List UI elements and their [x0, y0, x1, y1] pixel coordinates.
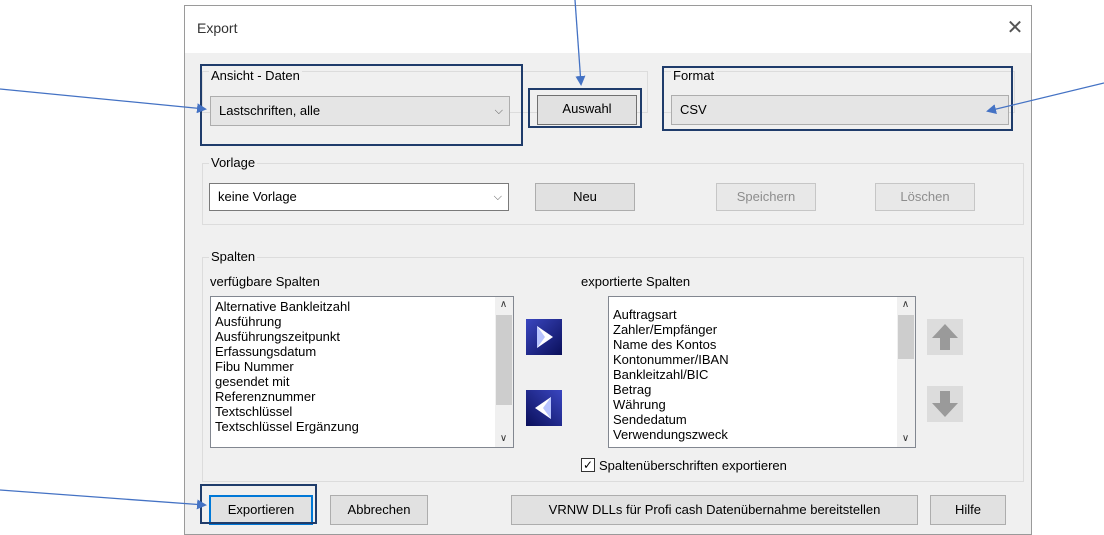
arrow-to-auswahl: [574, 0, 586, 86]
annotation-arrows: [0, 0, 1104, 510]
arrow-to-ansicht: [0, 88, 207, 114]
arrow-to-exportieren: [0, 489, 207, 510]
arrow-to-format: [986, 82, 1104, 114]
